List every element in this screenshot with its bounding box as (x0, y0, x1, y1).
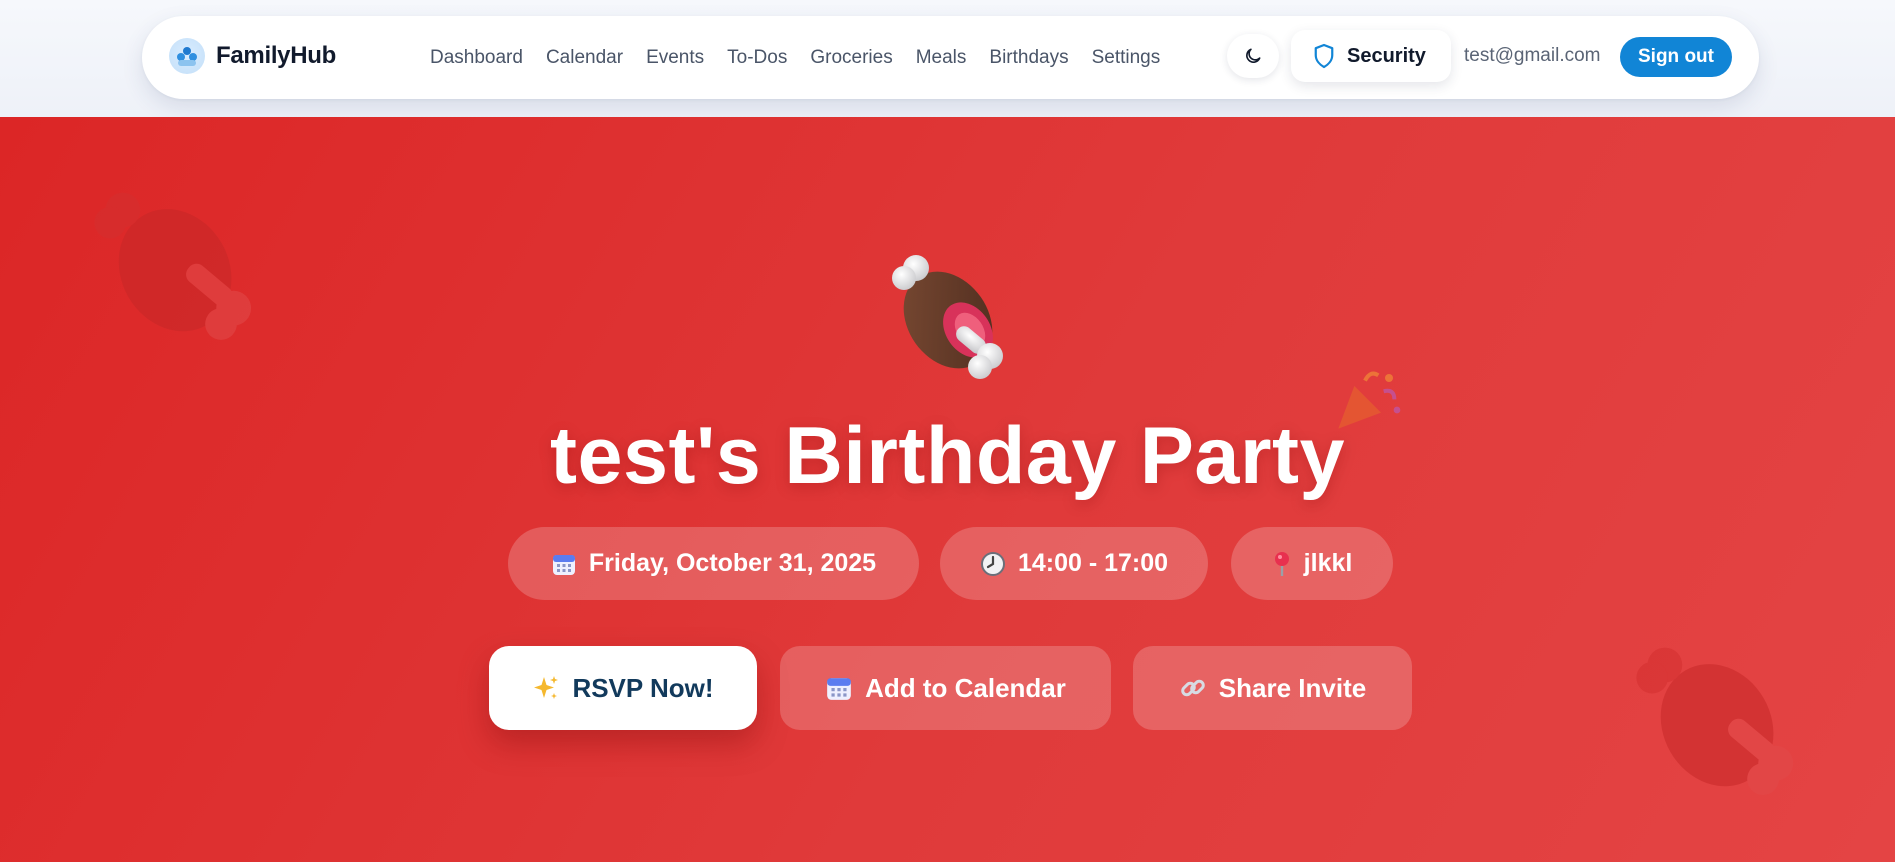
rsvp-label: RSVP Now! (572, 672, 714, 703)
event-time: 14:00 - 17:00 (1017, 549, 1169, 577)
nav-link-birthdays[interactable]: Birthdays (989, 47, 1068, 69)
sign-out-button[interactable]: Sign out (1620, 37, 1732, 77)
nav-link-todos[interactable]: To-Dos (727, 47, 787, 69)
link-icon (1179, 674, 1207, 702)
event-title: test's Birthday Party (549, 411, 1346, 501)
security-label: Security (1347, 44, 1426, 67)
nav-link-groceries[interactable]: Groceries (810, 47, 892, 69)
nav-link-events[interactable]: Events (646, 47, 704, 69)
add-to-calendar-button[interactable]: Add to Calendar (780, 646, 1111, 730)
theme-toggle-button[interactable] (1227, 34, 1279, 78)
event-time-pill: 14:00 - 17:00 (940, 527, 1208, 600)
event-date-pill: Friday, October 31, 2025 (508, 527, 919, 600)
user-email: test@gmail.com (1464, 45, 1601, 66)
pin-icon (1272, 551, 1292, 577)
nav-link-settings[interactable]: Settings (1092, 47, 1161, 69)
add-to-calendar-label: Add to Calendar (865, 672, 1066, 703)
clock-icon (980, 551, 1006, 577)
familyhub-logo-icon (169, 38, 205, 74)
nav-link-meals[interactable]: Meals (916, 47, 967, 69)
calendar-icon (825, 674, 853, 702)
rsvp-button[interactable]: RSVP Now! (489, 646, 757, 730)
event-location: jlkkl (1303, 549, 1353, 577)
event-date: Friday, October 31, 2025 (588, 549, 877, 577)
meat-on-bone-icon (892, 255, 1003, 379)
nav-links: Dashboard Calendar Events To-Dos Groceri… (430, 16, 1183, 99)
event-location-pill: jlkkl (1231, 527, 1393, 600)
moon-icon (1246, 48, 1261, 63)
meat-on-bone-icon (94, 192, 252, 340)
share-invite-label: Share Invite (1218, 672, 1367, 703)
top-strip: FamilyHub Dashboard Calendar Events To-D… (0, 0, 1895, 117)
sparkles-icon (532, 674, 560, 702)
calendar-icon (551, 551, 577, 577)
brand[interactable]: FamilyHub (169, 38, 336, 74)
nav-link-dashboard[interactable]: Dashboard (430, 47, 523, 69)
meat-on-bone-icon (1636, 647, 1794, 795)
security-button[interactable]: Security (1291, 30, 1451, 82)
brand-name: FamilyHub (216, 42, 336, 69)
nav-link-calendar[interactable]: Calendar (546, 47, 623, 69)
share-invite-button[interactable]: Share Invite (1133, 646, 1412, 730)
event-hero: test's Birthday Party Friday, October 31… (0, 117, 1895, 862)
navbar: FamilyHub Dashboard Calendar Events To-D… (142, 16, 1759, 99)
shield-icon (1314, 43, 1334, 69)
